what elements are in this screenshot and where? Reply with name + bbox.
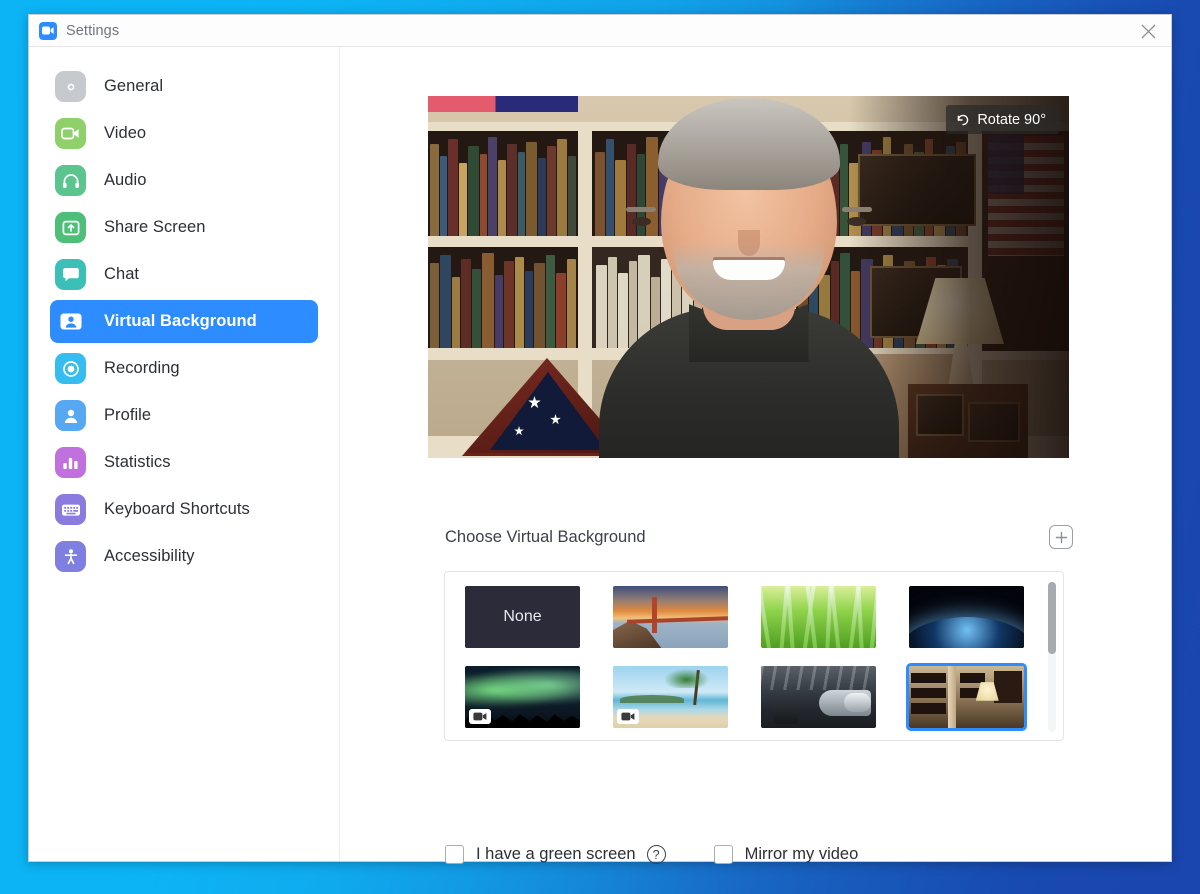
sidebar-item-label: Audio <box>104 171 147 189</box>
sidebar-item-label: Statistics <box>104 453 171 471</box>
record-icon <box>55 353 86 384</box>
background-thumb-label: None <box>503 608 542 625</box>
camera-icon <box>55 118 86 149</box>
sidebar-item-label: Chat <box>104 265 140 283</box>
video-preview: Rotate 90° <box>428 96 1069 458</box>
sidebar-item-general[interactable]: General <box>50 65 318 108</box>
sidebar-item-video[interactable]: Video <box>50 112 318 155</box>
window-titlebar: Settings <box>29 15 1171 47</box>
sidebar-item-label: General <box>104 77 164 95</box>
background-thumb-none[interactable]: None <box>465 586 580 648</box>
sidebar-item-audio[interactable]: Audio <box>50 159 318 202</box>
sidebar-item-profile[interactable]: Profile <box>50 394 318 437</box>
person-icon <box>55 400 86 431</box>
thumbnails-scrollbar[interactable] <box>1048 582 1056 732</box>
keyboard-icon <box>55 494 86 525</box>
background-thumb-spaceship[interactable] <box>761 666 876 728</box>
sidebar-item-accessibility[interactable]: Accessibility <box>50 535 318 578</box>
sidebar-item-recording[interactable]: Recording <box>50 347 318 390</box>
help-glyph: ? <box>652 847 660 862</box>
background-thumb-earth[interactable] <box>909 586 1024 648</box>
bridge-rock <box>613 620 662 648</box>
sidebar-item-virtual-background[interactable]: Virtual Background <box>50 300 318 343</box>
thumbnails-scrollbar-thumb[interactable] <box>1048 582 1056 654</box>
rotate-90-label: Rotate 90° <box>977 111 1046 128</box>
settings-sidebar: General Video Audio Share Screen Chat Vi… <box>29 47 340 861</box>
upload-box-icon <box>55 212 86 243</box>
sidebar-item-label: Recording <box>104 359 180 377</box>
virtual-background-panel: Rotate 90° Choose Virtual Background Non… <box>340 47 1171 864</box>
window-body: General Video Audio Share Screen Chat Vi… <box>29 47 1171 864</box>
headphones-icon <box>55 165 86 196</box>
background-thumbnails-panel: None <box>444 571 1064 741</box>
background-thumb-beach[interactable] <box>613 666 728 728</box>
background-thumb-grass[interactable] <box>761 586 876 648</box>
help-icon[interactable]: ? <box>646 845 666 864</box>
close-icon[interactable] <box>1125 15 1171 47</box>
choose-background-label: Choose Virtual Background <box>445 527 646 546</box>
mirror-video-label: Mirror my video <box>744 845 859 863</box>
sidebar-item-label: Video <box>104 124 147 142</box>
chat-bubble-icon <box>55 259 86 290</box>
accessibility-icon <box>55 541 86 572</box>
mirror-video-checkbox-row[interactable]: Mirror my video <box>713 845 859 864</box>
settings-window: Settings General Video Audio Share Scree… <box>28 14 1172 864</box>
bar-chart-icon <box>55 447 86 478</box>
background-thumb-library[interactable] <box>906 663 1027 731</box>
sidebar-item-label: Share Screen <box>104 218 206 236</box>
sidebar-item-share-screen[interactable]: Share Screen <box>50 206 318 249</box>
window-title: Settings <box>66 22 120 39</box>
background-thumb-aurora[interactable] <box>465 666 580 728</box>
sidebar-item-label: Profile <box>104 406 152 424</box>
gear-icon <box>55 71 86 102</box>
person-card-icon <box>55 306 86 337</box>
green-screen-checkbox[interactable] <box>445 845 464 864</box>
background-thumb-bridge[interactable] <box>613 586 728 648</box>
green-screen-checkbox-row[interactable]: I have a green screen <box>445 845 636 864</box>
plus-icon[interactable] <box>1049 525 1073 549</box>
desktop-wallpaper: Settings General Video Audio Share Scree… <box>0 0 1200 894</box>
sidebar-item-label: Keyboard Shortcuts <box>104 500 250 518</box>
rotate-90-button[interactable]: Rotate 90° <box>946 105 1059 134</box>
sidebar-item-label: Virtual Background <box>104 312 257 330</box>
background-options-row: I have a green screen ? Mirror my video <box>445 845 858 864</box>
sidebar-item-chat[interactable]: Chat <box>50 253 318 296</box>
video-badge-icon <box>469 709 491 724</box>
person-portrait <box>584 98 914 458</box>
sidebar-item-label: Accessibility <box>104 547 195 565</box>
sidebar-item-statistics[interactable]: Statistics <box>50 441 318 484</box>
background-thumbnails-grid: None <box>465 586 1063 731</box>
video-badge-icon <box>617 709 639 724</box>
zoom-camera-icon <box>39 21 57 40</box>
rotate-ccw-icon <box>956 113 970 127</box>
choose-background-header: Choose Virtual Background <box>445 525 1073 549</box>
mirror-video-checkbox[interactable] <box>713 845 733 864</box>
green-screen-label: I have a green screen <box>476 845 636 863</box>
scene-top-band <box>428 96 578 112</box>
sidebar-item-keyboard-shortcuts[interactable]: Keyboard Shortcuts <box>50 488 318 531</box>
